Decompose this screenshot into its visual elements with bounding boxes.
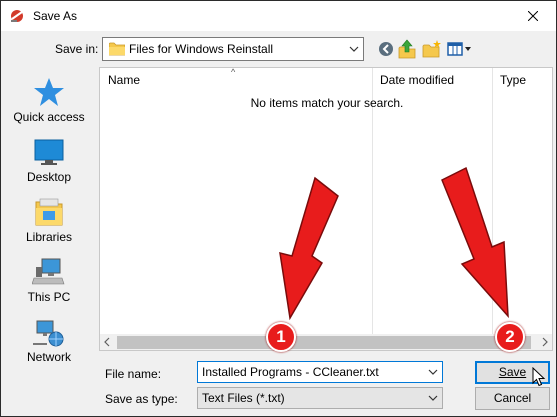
save-in-value: Files for Windows Reinstall: [129, 42, 274, 56]
place-quick-access[interactable]: Quick access: [7, 77, 91, 124]
place-label: This PC: [27, 290, 71, 304]
file-list[interactable]: ^ Name Date modified Type No items match…: [99, 67, 553, 351]
place-libraries[interactable]: Libraries: [7, 197, 91, 244]
column-header-name[interactable]: Name: [100, 68, 372, 92]
place-label: Quick access: [13, 110, 85, 124]
this-pc-icon: [32, 258, 65, 285]
window-title: Save As: [33, 9, 78, 23]
places-bar: Quick access Desktop Libraries This PC N…: [7, 67, 91, 373]
save-in-label: Save in:: [55, 42, 99, 56]
empty-list-message: No items match your search.: [250, 96, 404, 110]
place-network[interactable]: Network: [7, 317, 91, 364]
close-button[interactable]: [510, 1, 556, 31]
annotation-badge-1: 1: [266, 322, 296, 352]
place-desktop[interactable]: Desktop: [7, 137, 91, 184]
file-name-input[interactable]: [197, 361, 443, 383]
place-label: Desktop: [26, 170, 72, 184]
chevron-down-icon: [349, 46, 359, 52]
up-folder-icon[interactable]: [398, 39, 416, 59]
save-as-type-label: Save as type:: [105, 392, 178, 406]
column-header-type[interactable]: Type: [492, 68, 552, 92]
column-header-date-modified[interactable]: Date modified: [372, 68, 492, 92]
horizontal-scrollbar[interactable]: [100, 334, 552, 350]
network-icon: [33, 320, 64, 347]
back-icon[interactable]: [378, 41, 394, 57]
cancel-button[interactable]: Cancel: [475, 387, 550, 410]
new-folder-icon[interactable]: [422, 39, 442, 59]
chevron-down-icon: [428, 395, 438, 401]
save-as-type-combobox[interactable]: Text Files (*.txt): [197, 387, 443, 409]
place-label: Libraries: [25, 230, 73, 244]
mouse-cursor-icon: [532, 367, 546, 387]
scroll-right-icon[interactable]: [540, 337, 550, 347]
close-icon: [528, 11, 538, 21]
place-label: Network: [26, 350, 71, 364]
title-bar: Save As: [1, 1, 556, 31]
file-name-label: File name:: [105, 367, 162, 381]
scrollbar-thumb[interactable]: [117, 336, 531, 349]
desktop-icon: [34, 139, 64, 165]
annotation-badge-2: 2: [495, 322, 525, 352]
save-in-combobox[interactable]: Files for Windows Reinstall: [102, 37, 364, 61]
chevron-down-icon[interactable]: [428, 367, 438, 377]
ccleaner-app-icon: [11, 10, 23, 22]
view-menu-icon[interactable]: [447, 41, 473, 57]
scroll-left-icon[interactable]: [102, 337, 112, 347]
libraries-icon: [35, 198, 63, 226]
save-as-dialog: Save As Save in: Files for Windows Reins…: [0, 0, 557, 417]
folder-icon: [109, 42, 125, 56]
save-as-type-value: Text Files (*.txt): [202, 391, 285, 405]
place-this-pc[interactable]: This PC: [7, 257, 91, 304]
quick-access-star-icon: [34, 78, 64, 106]
